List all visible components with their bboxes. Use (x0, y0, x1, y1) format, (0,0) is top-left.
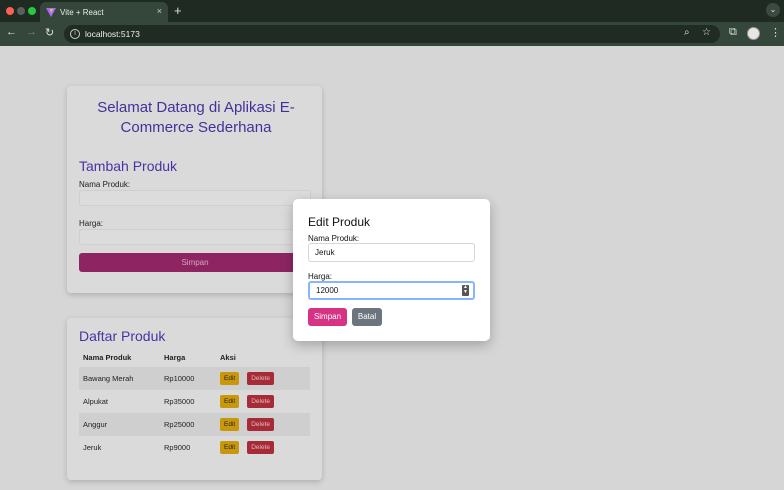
tab-title: Vite + React (60, 8, 104, 17)
product-price-cell: Rp25000 (160, 413, 216, 436)
modal-title: Edit Produk (308, 215, 371, 229)
edit-button[interactable]: Edit (220, 372, 240, 385)
table-row: Jeruk Rp9000 Edit Delete (79, 436, 310, 459)
column-header-price: Harga (164, 353, 186, 362)
product-list-heading: Daftar Produk (79, 328, 166, 344)
product-list-card: Daftar Produk Nama Produk Harga Aksi Baw… (67, 318, 322, 480)
edit-button[interactable]: Edit (220, 441, 240, 454)
zoom-icon[interactable]: ⌕ (684, 27, 690, 38)
actions-cell: Edit Delete (216, 390, 310, 413)
modal-price-label: Harga: (308, 272, 333, 281)
forward-icon[interactable]: → (26, 26, 37, 38)
new-tab-button[interactable]: + (174, 3, 182, 18)
url-text: localhost:5173 (85, 29, 140, 39)
actions-cell: Edit Delete (216, 436, 310, 459)
delete-button[interactable]: Delete (247, 372, 274, 385)
modal-name-label: Nama Produk: (308, 234, 360, 243)
add-product-submit-button[interactable]: Simpan (79, 253, 311, 272)
column-header-actions: Aksi (220, 353, 236, 362)
welcome-title: Selamat Datang di Aplikasi E-Commerce Se… (97, 99, 295, 136)
table-row: Bawang Merah Rp10000 Edit Delete (79, 367, 310, 390)
modal-name-input[interactable]: Jeruk (308, 243, 475, 262)
product-price-cell: Rp9000 (164, 443, 191, 452)
bookmark-star-icon[interactable]: ☆ (702, 27, 711, 38)
number-stepper-icon[interactable]: ▲ ▼ (462, 285, 469, 296)
product-price-cell: Rp10000 (160, 367, 216, 390)
edit-product-modal: Edit Produk Nama Produk: Jeruk Harga: 12… (293, 199, 490, 341)
table-row: Alpukat Rp35000 Edit Delete (79, 390, 310, 413)
tab-close-icon[interactable]: × (157, 6, 162, 16)
product-name-cell: Bawang Merah (79, 367, 160, 390)
product-table: Nama Produk Harga Aksi Bawang Merah Rp10… (79, 348, 310, 459)
column-header-name: Nama Produk (83, 353, 132, 362)
product-name-label: Nama Produk: (79, 180, 131, 189)
product-name-input[interactable] (79, 190, 311, 206)
add-product-heading: Tambah Produk (79, 158, 178, 174)
site-info-icon[interactable]: i (70, 29, 80, 39)
product-name-cell: Anggur (79, 413, 160, 436)
product-price-cell: Rp35000 (164, 397, 195, 406)
delete-button[interactable]: Delete (247, 441, 274, 454)
browser-tab[interactable]: Vite + React × (40, 2, 168, 22)
modal-price-input[interactable]: 12000 ▲ ▼ (308, 281, 475, 300)
edit-button[interactable]: Edit (220, 418, 240, 431)
browser-tabbar: Vite + React × + ⌄ (0, 0, 784, 22)
maximize-window-button[interactable] (28, 7, 36, 15)
delete-button[interactable]: Delete (247, 418, 274, 431)
back-icon[interactable]: ← (6, 26, 17, 38)
delete-button[interactable]: Delete (247, 395, 274, 408)
product-name-cell: Jeruk (83, 443, 102, 452)
table-header-row: Nama Produk Harga Aksi (79, 348, 310, 367)
product-name-cell: Alpukat (83, 397, 109, 406)
tab-search-icon[interactable]: ⌄ (766, 3, 780, 17)
price-label: Harga: (79, 219, 104, 228)
browser-toolbar: ← → ↻ i localhost:5173 ⌕ ☆ ⧉ ⋮ (0, 22, 784, 46)
reload-icon[interactable]: ↻ (45, 26, 54, 39)
minimize-window-button[interactable] (17, 7, 25, 15)
edit-button[interactable]: Edit (220, 395, 240, 408)
table-row: Anggur Rp25000 Edit Delete (79, 413, 310, 436)
actions-cell: Edit Delete (216, 367, 310, 390)
address-bar[interactable]: i localhost:5173 ⌕ ☆ (64, 25, 720, 43)
browser-menu-icon[interactable]: ⋮ (770, 26, 781, 39)
extensions-icon[interactable]: ⧉ (729, 26, 737, 39)
modal-save-button[interactable]: Simpan (308, 308, 347, 326)
price-input[interactable] (79, 229, 311, 245)
actions-cell: Edit Delete (216, 413, 310, 436)
modal-price-value: 12000 (316, 286, 339, 295)
add-product-card: Selamat Datang di Aplikasi E-Commerce Se… (67, 86, 322, 293)
vite-logo-icon (46, 8, 56, 17)
profile-avatar[interactable] (747, 27, 760, 40)
modal-cancel-button[interactable]: Batal (352, 308, 382, 326)
close-window-button[interactable] (6, 7, 14, 15)
